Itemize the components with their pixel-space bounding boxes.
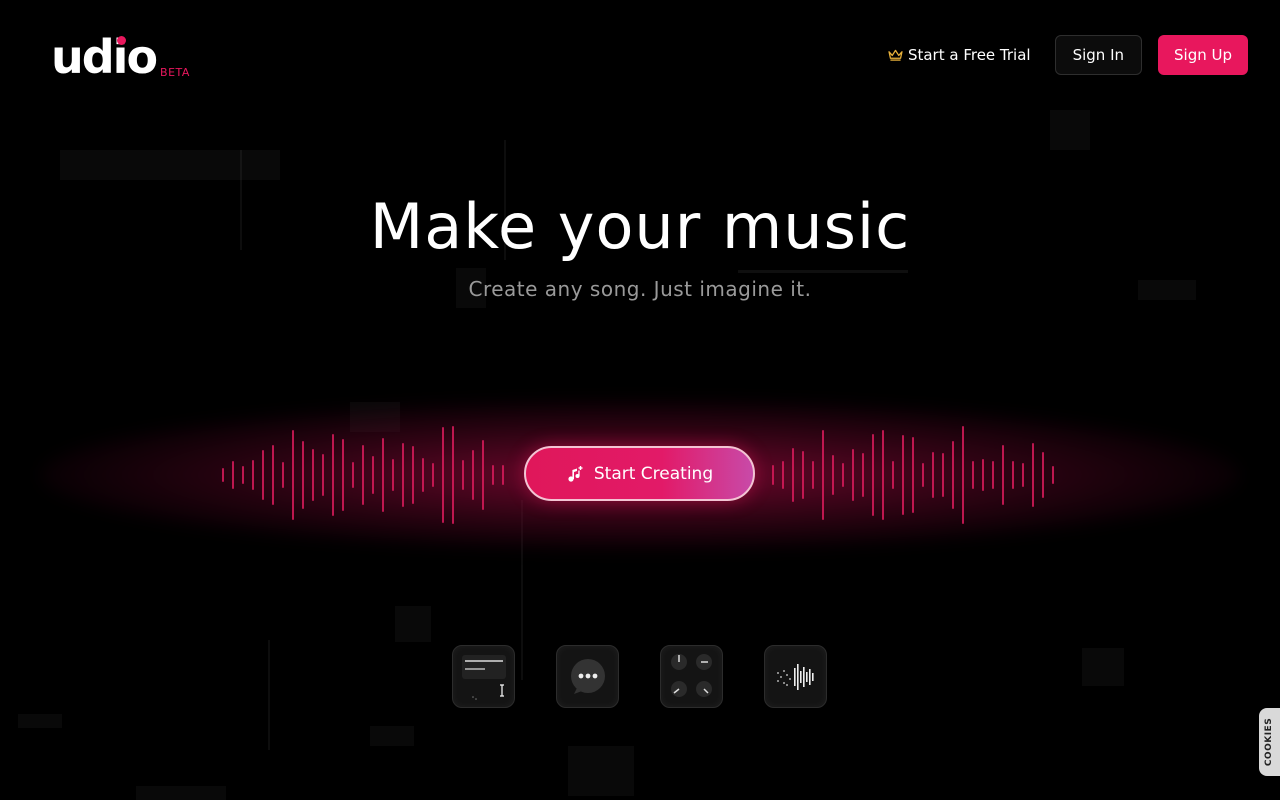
bg-decoration (1050, 110, 1090, 150)
waveform-bar (402, 442, 404, 508)
bg-decoration (268, 640, 270, 750)
waveform-bar (1012, 460, 1014, 490)
bg-decoration (738, 270, 908, 273)
waveform-bar (892, 460, 894, 489)
bg-decoration (1082, 648, 1124, 686)
waveform-bar (342, 438, 344, 512)
waveform-bar (282, 461, 284, 489)
waveform-bar (852, 448, 854, 502)
waveform-bar (942, 453, 944, 497)
sign-up-button[interactable]: Sign Up (1158, 35, 1248, 75)
landing-page: udio BETA Start a Free Trial Sign In Sig… (0, 0, 1280, 800)
waveform-bar (992, 461, 994, 489)
waveform-bar (392, 458, 394, 492)
waveform-bar (792, 448, 794, 502)
waveform-bar (362, 445, 364, 505)
start-creating-label: Start Creating (593, 463, 714, 484)
waveform-bar (1052, 465, 1054, 484)
udio-logo[interactable]: udio BETA (51, 30, 190, 84)
waveform-bar (962, 426, 964, 524)
logo-dot (117, 36, 126, 45)
waveform-bar (302, 441, 304, 509)
waveform-bar (292, 429, 294, 521)
waveform-bar (412, 445, 414, 505)
waveform-bar (232, 461, 234, 489)
sign-in-button[interactable]: Sign In (1054, 35, 1142, 75)
feature-lyrics-tile[interactable] (452, 645, 515, 708)
waveform-bar (882, 430, 884, 520)
feature-audio-tile[interactable] (764, 645, 827, 708)
beta-badge: BETA (160, 66, 190, 79)
waveform-bar (472, 450, 474, 500)
waveform-bar (462, 460, 464, 490)
waveform-icon (777, 664, 814, 690)
waveform-bar (262, 449, 264, 501)
cookies-label: COOKIES (1264, 717, 1275, 767)
waveform-bar (1042, 451, 1044, 499)
waveform-bar (242, 466, 244, 484)
waveform-bar (812, 461, 814, 489)
waveform-bar (782, 461, 784, 489)
waveform-bar (272, 444, 274, 506)
start-creating-button[interactable]: Start Creating (524, 446, 755, 501)
waveform-bar (502, 464, 504, 486)
waveform-bar (932, 451, 934, 499)
waveform-bar (902, 435, 904, 515)
waveform-bar (1022, 463, 1024, 487)
hero-subtitle: Create any song. Just imagine it. (468, 277, 812, 301)
hero-title: Make your music (369, 190, 911, 263)
waveform-bar (952, 440, 954, 510)
waveform-bar (802, 451, 804, 499)
waveform-bar (452, 426, 454, 524)
free-trial-label: Start a Free Trial (907, 46, 1031, 64)
waveform-bar (372, 455, 374, 495)
cookies-tab[interactable]: COOKIES (1259, 708, 1280, 776)
waveform-bar (862, 452, 864, 498)
logo-wordmark: udio (51, 30, 158, 84)
free-trial-link[interactable]: Start a Free Trial (888, 46, 1031, 64)
waveform-bar (972, 461, 974, 489)
music-note-plus-icon (568, 465, 583, 482)
waveform-bar (482, 440, 484, 510)
waveform-bar (332, 433, 334, 517)
bg-decoration (18, 714, 62, 728)
header-nav: Start a Free Trial Sign In Sign Up (888, 35, 1248, 75)
bg-decoration (568, 746, 634, 796)
waveform-bar (492, 465, 494, 485)
bg-decoration (395, 606, 431, 642)
bg-decoration (370, 726, 414, 746)
waveform-bar (222, 467, 224, 483)
waveform-bar (822, 429, 824, 521)
bg-decoration (136, 786, 226, 800)
waveform-bar (312, 448, 314, 502)
knobs-icon (671, 654, 712, 697)
waveform-bar (432, 462, 434, 487)
feature-controls-tile[interactable] (660, 645, 723, 708)
waveform-bar (322, 453, 324, 497)
waveform-bar (1032, 443, 1034, 507)
waveform-bar (1002, 445, 1004, 505)
waveform-bar (922, 462, 924, 488)
lyrics-editor-icon (462, 655, 506, 700)
bg-decoration (60, 150, 280, 180)
waveform-bar (442, 427, 444, 523)
waveform-bar (912, 437, 914, 513)
feature-chat-tile[interactable] (556, 645, 619, 708)
waveform-bar (772, 465, 774, 485)
waveform-bar (872, 433, 874, 517)
waveform-bar (382, 438, 384, 512)
waveform-bar (982, 459, 984, 491)
chat-bubble-icon (571, 659, 605, 694)
waveform-bar (352, 461, 354, 489)
waveform-bar (422, 457, 424, 493)
waveform-bar (252, 460, 254, 490)
crown-icon (888, 49, 903, 61)
waveform-bar (842, 462, 844, 488)
waveform-bar (832, 454, 834, 496)
